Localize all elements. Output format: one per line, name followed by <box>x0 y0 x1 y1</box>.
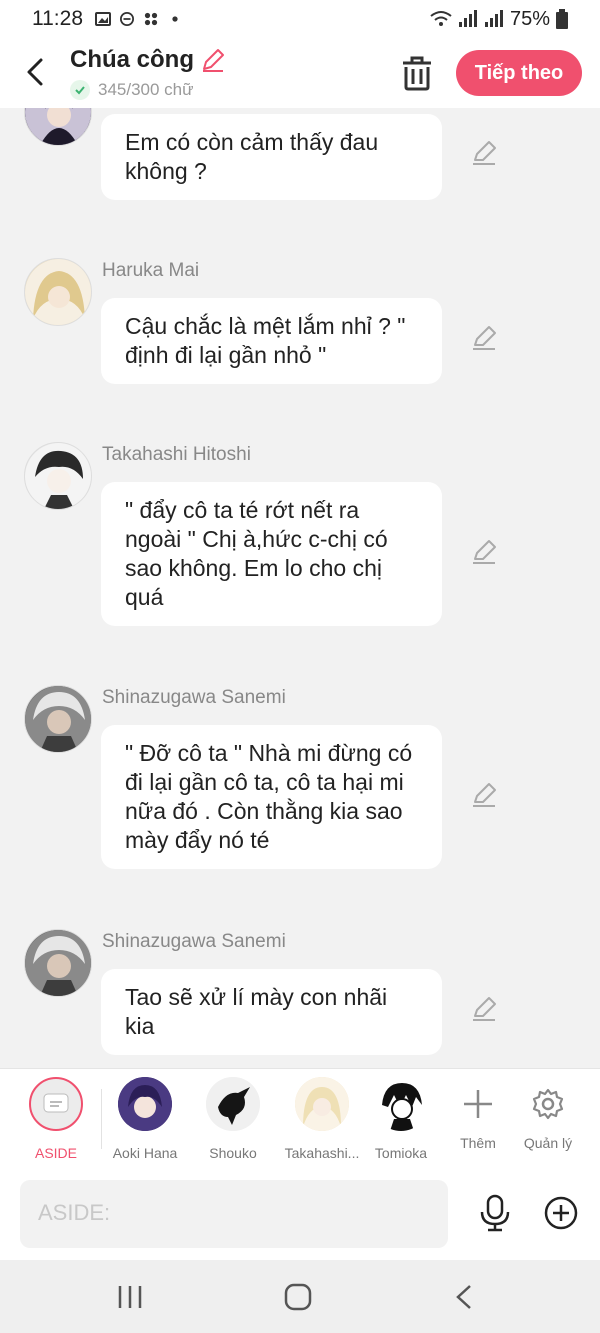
character-label: ASIDE <box>34 1145 77 1161</box>
signal-icon-2 <box>484 10 503 27</box>
edit-message-icon[interactable] <box>470 781 498 809</box>
edit-title-icon[interactable] <box>200 47 226 73</box>
edit-message-icon[interactable] <box>470 538 498 566</box>
microphone-icon[interactable] <box>478 1194 512 1232</box>
message-bubble[interactable]: " Đỡ cô ta " Nhà mi đừng có đi lại gần c… <box>101 725 442 869</box>
aside-avatar <box>29 1077 83 1131</box>
avatar <box>374 1077 428 1131</box>
message-bubble[interactable]: Em có còn cảm thấy đau không ? <box>101 114 442 200</box>
sender-name: Haruka Mai <box>102 260 200 281</box>
battery-percent: 75% <box>509 7 550 30</box>
manage-label: Quản lý <box>523 1135 573 1151</box>
avatar <box>118 1077 172 1131</box>
battery-icon <box>556 9 568 29</box>
status-time: 11:28 <box>32 7 83 30</box>
avatar[interactable] <box>24 442 92 510</box>
dnd-icon <box>120 12 134 26</box>
system-nav-bar <box>0 1260 600 1333</box>
character-selector: ASIDE Aoki Hana Shouko Takahashi... Tomi… <box>0 1068 600 1168</box>
character-label: Shouko <box>209 1145 257 1161</box>
edit-message-icon[interactable] <box>470 324 498 352</box>
character-aoki-hana[interactable]: Aoki Hana <box>100 1077 190 1161</box>
manage-button[interactable]: Quản lý <box>503 1077 593 1151</box>
input-bar: ASIDE: <box>0 1168 600 1260</box>
character-label: Aoki Hana <box>112 1145 178 1161</box>
page-title[interactable]: Chúa công <box>70 46 226 74</box>
notification-icons <box>95 12 183 26</box>
image-icon <box>95 12 111 26</box>
apps-icon <box>144 12 158 26</box>
chevron-left-icon <box>27 58 43 86</box>
dot-icon <box>172 16 178 22</box>
chat-list[interactable]: Em có còn cảm thấy đau không ? Haruka Ma… <box>0 108 600 1068</box>
message-bubble[interactable]: Cậu chắc là mệt lắm nhỉ ? " định đi lại … <box>101 298 442 384</box>
sender-name: Shinazugawa Sanemi <box>102 687 286 708</box>
header: Chúa công 345/300 chữ Tiếp theo <box>0 38 600 108</box>
next-button[interactable]: Tiếp theo <box>456 50 582 96</box>
status-right: 75% <box>430 8 568 31</box>
message-input[interactable]: ASIDE: <box>20 1180 448 1248</box>
speech-bubble-icon <box>43 1093 69 1113</box>
character-takahashi[interactable]: Takahashi... <box>277 1077 367 1161</box>
add-circle-icon[interactable] <box>544 1196 578 1230</box>
title-text: Chúa công <box>70 46 194 73</box>
message-bubble[interactable]: " đẩy cô ta té rớt nết ra ngoài " Chị à,… <box>101 482 442 626</box>
avatar[interactable] <box>24 929 92 997</box>
home-icon[interactable] <box>278 1282 318 1312</box>
avatar <box>206 1077 260 1131</box>
sender-name: Shinazugawa Sanemi <box>102 931 286 952</box>
trash-icon[interactable] <box>400 54 434 92</box>
plus-icon <box>464 1090 492 1118</box>
character-label: Takahashi... <box>284 1145 360 1161</box>
character-shouko[interactable]: Shouko <box>188 1077 278 1161</box>
avatar <box>295 1077 349 1131</box>
message-bubble[interactable]: Tao sẽ xử lí mày con nhãi kia <box>101 969 442 1055</box>
check-icon <box>70 80 90 100</box>
counter-text: 345/300 chữ <box>98 80 194 99</box>
avatar[interactable] <box>24 258 92 326</box>
avatar[interactable] <box>24 685 92 753</box>
avatar[interactable] <box>24 108 92 146</box>
recent-apps-icon[interactable] <box>110 1282 150 1312</box>
sender-name: Takahashi Hitoshi <box>102 444 251 465</box>
back-button[interactable] <box>20 54 50 90</box>
word-counter: 345/300 chữ <box>70 80 194 100</box>
character-aside[interactable]: ASIDE <box>11 1077 101 1161</box>
edit-message-icon[interactable] <box>470 139 498 167</box>
back-nav-icon[interactable] <box>446 1282 486 1312</box>
status-bar: 11:28 75% <box>0 0 600 38</box>
signal-icon <box>458 10 477 27</box>
gear-icon <box>532 1088 564 1120</box>
wifi-icon <box>430 11 452 26</box>
edit-message-icon[interactable] <box>470 995 498 1023</box>
